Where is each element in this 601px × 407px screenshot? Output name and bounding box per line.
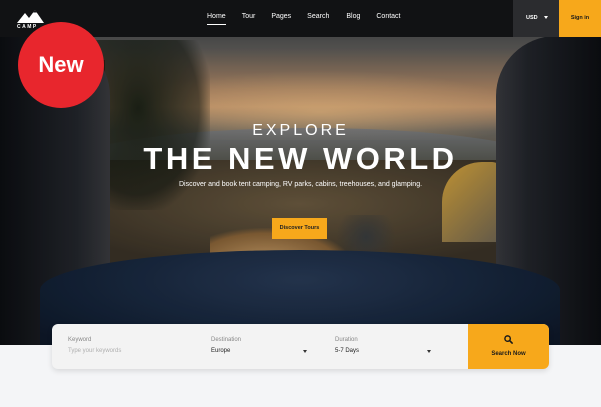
duration-select[interactable]: Duration 5-7 Days bbox=[335, 324, 435, 369]
top-navigation-bar: CAMP Home Tour Pages Search Blog Contact… bbox=[0, 0, 601, 37]
discover-tours-button[interactable]: Discover Tours bbox=[272, 218, 327, 239]
caret-down-icon bbox=[303, 350, 307, 353]
hero-subline: Discover and book tent camping, RV parks… bbox=[178, 181, 423, 188]
duration-label: Duration bbox=[335, 337, 358, 343]
nav-item-tour[interactable]: Tour bbox=[242, 13, 256, 20]
brand-name[interactable]: CAMP bbox=[17, 24, 38, 30]
nav-item-search[interactable]: Search bbox=[307, 13, 329, 20]
search-now-label: Search Now bbox=[491, 351, 526, 357]
nav-item-contact[interactable]: Contact bbox=[376, 13, 400, 20]
nav-item-pages[interactable]: Pages bbox=[271, 13, 291, 20]
search-icon bbox=[504, 335, 513, 344]
search-bar: Keyword Type your keywords Destination E… bbox=[52, 324, 549, 369]
keyword-label: Keyword bbox=[68, 337, 92, 343]
main-nav: Home Tour Pages Search Blog Contact bbox=[207, 13, 401, 25]
nav-item-home[interactable]: Home bbox=[207, 13, 226, 25]
nav-item-blog[interactable]: Blog bbox=[346, 13, 360, 20]
new-badge: New bbox=[18, 22, 104, 108]
destination-value: Europe bbox=[211, 348, 231, 354]
sign-in-button[interactable]: Sign in bbox=[559, 0, 601, 37]
destination-select[interactable]: Destination Europe bbox=[211, 324, 311, 369]
keyword-input[interactable]: Type your keywords bbox=[68, 348, 121, 354]
search-now-button[interactable]: Search Now bbox=[468, 324, 549, 369]
destination-label: Destination bbox=[211, 337, 242, 343]
currency-selector[interactable]: USD bbox=[513, 0, 559, 37]
hero-headline: THE NEW WORLD bbox=[143, 141, 458, 176]
caret-down-icon bbox=[427, 350, 431, 353]
duration-value: 5-7 Days bbox=[335, 348, 360, 354]
hero-text: EXPLORE THE NEW WORLD Discover and book … bbox=[0, 122, 601, 188]
currency-label: USD bbox=[526, 15, 538, 21]
caret-down-icon bbox=[544, 16, 548, 19]
keyword-field[interactable]: Keyword Type your keywords bbox=[68, 324, 198, 369]
hero-eyebrow: EXPLORE bbox=[252, 122, 349, 139]
